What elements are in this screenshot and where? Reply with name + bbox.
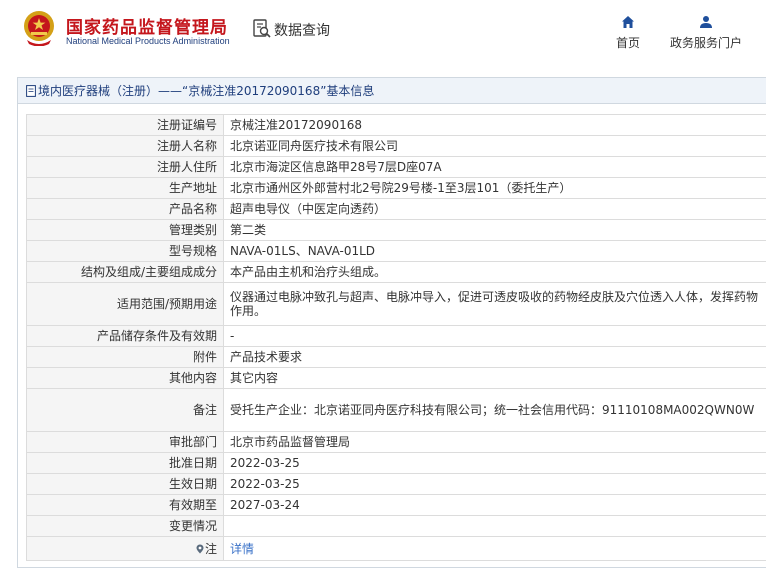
field-value: 北京市通州区外郎营村北2号院29号楼-1至3层101（委托生产） bbox=[223, 177, 766, 199]
field-value: 北京市药品监督管理局 bbox=[223, 431, 766, 453]
table-row: 适用范围/预期用途 仪器通过电脉冲致孔与超声、电脉冲导入，促进可透皮吸收的药物经皮… bbox=[26, 282, 766, 326]
field-label: 注册人名称 bbox=[26, 135, 224, 157]
nav-home-link[interactable]: 首页 bbox=[610, 15, 646, 51]
field-value: 2022-03-25 bbox=[223, 473, 766, 495]
field-value: 产品技术要求 bbox=[223, 346, 766, 368]
field-label: 生产地址 bbox=[26, 177, 224, 199]
home-icon bbox=[622, 16, 634, 28]
table-row: 管理类别 第二类 bbox=[26, 219, 766, 241]
panel-title-text: 境内医疗器械（注册）——“京械注准20172090168”基本信息 bbox=[38, 84, 375, 98]
document-icon bbox=[26, 84, 36, 97]
table-row: 生产地址 北京市通州区外郎营村北2号院29号楼-1至3层101（委托生产） bbox=[26, 177, 766, 199]
table-row: 附件 产品技术要求 bbox=[26, 346, 766, 368]
field-value: 详情 bbox=[223, 536, 766, 561]
site-brand-title[interactable]: 国家药品监督管理局 bbox=[66, 13, 228, 38]
field-label: 注 bbox=[26, 536, 224, 561]
registration-info-table: 注册证编号 京械注准20172090168 注册人名称 北京诺亚同舟医疗技术有限公司… bbox=[26, 114, 766, 561]
site-brand-subtitle: National Medical Products Administration bbox=[66, 36, 230, 46]
details-link[interactable]: 详情 bbox=[230, 542, 254, 556]
table-row: 型号规格 NAVA-01LS、NAVA-01LD bbox=[26, 240, 766, 262]
field-label: 注册证编号 bbox=[26, 114, 224, 136]
panel-title-bar: 境内医疗器械（注册）——“京械注准20172090168”基本信息 bbox=[18, 78, 766, 104]
table-row: 审批部门 北京市药品监督管理局 bbox=[26, 431, 766, 453]
table-row: 有效期至 2027-03-24 bbox=[26, 494, 766, 516]
table-row: 其他内容 其它内容 bbox=[26, 367, 766, 389]
field-label: 变更情况 bbox=[26, 515, 224, 537]
field-value bbox=[223, 515, 766, 537]
table-row: 产品名称 超声电导仪（中医定向透药） bbox=[26, 198, 766, 220]
field-value: 京械注准20172090168 bbox=[223, 114, 766, 136]
table-row: 结构及组成/主要组成成分 本产品由主机和治疗头组成。 bbox=[26, 261, 766, 283]
field-label: 注册人住所 bbox=[26, 156, 224, 178]
field-value: 北京诺亚同舟医疗技术有限公司 bbox=[223, 135, 766, 157]
table-row: 注册人名称 北京诺亚同舟医疗技术有限公司 bbox=[26, 135, 766, 157]
field-label: 审批部门 bbox=[26, 431, 224, 453]
field-value: 超声电导仪（中医定向透药） bbox=[223, 198, 766, 220]
field-value: 仪器通过电脉冲致孔与超声、电脉冲导入，促进可透皮吸收的药物经皮肤及穴位透入人体，… bbox=[223, 282, 766, 326]
field-label: 其他内容 bbox=[26, 367, 224, 389]
field-label: 产品名称 bbox=[26, 198, 224, 220]
field-value: NAVA-01LS、NAVA-01LD bbox=[223, 240, 766, 262]
data-query-icon bbox=[253, 19, 271, 38]
field-label: 管理类别 bbox=[26, 219, 224, 241]
field-value: 其它内容 bbox=[223, 367, 766, 389]
field-label: 备注 bbox=[26, 388, 224, 432]
field-value: 北京市海淀区信息路甲28号7层D座07A bbox=[223, 156, 766, 178]
field-label: 适用范围/预期用途 bbox=[26, 282, 224, 326]
field-label: 生效日期 bbox=[26, 473, 224, 495]
field-value: 本产品由主机和治疗头组成。 bbox=[223, 261, 766, 283]
table-row: 注册证编号 京械注准20172090168 bbox=[26, 114, 766, 136]
field-label: 有效期至 bbox=[26, 494, 224, 516]
user-icon bbox=[700, 16, 712, 28]
table-row: 产品储存条件及有效期 - bbox=[26, 325, 766, 347]
table-row: 变更情况 bbox=[26, 515, 766, 537]
field-label: 型号规格 bbox=[26, 240, 224, 262]
nav-gov-portal-link[interactable]: 政务服务门户 bbox=[664, 15, 748, 51]
pin-icon bbox=[196, 544, 204, 553]
note-label: 注 bbox=[204, 541, 217, 556]
table-row: 备注 受托生产企业：北京诺亚同舟医疗科技有限公司；统一社会信用代码：9111010… bbox=[26, 388, 766, 432]
nav-gov-portal-label: 政务服务门户 bbox=[669, 36, 742, 50]
national-emblem-icon bbox=[24, 11, 54, 46]
site-header: 国家药品监督管理局 National Medical Products Admi… bbox=[0, 0, 766, 66]
table-row: 生效日期 2022-03-25 bbox=[26, 473, 766, 495]
table-row: 批准日期 2022-03-25 bbox=[26, 452, 766, 474]
table-row: 注 详情 bbox=[26, 536, 766, 561]
field-value: - bbox=[223, 325, 766, 347]
field-label: 产品储存条件及有效期 bbox=[26, 325, 224, 347]
field-value: 受托生产企业：北京诺亚同舟医疗科技有限公司；统一社会信用代码：91110108M… bbox=[223, 388, 766, 432]
data-query-label[interactable]: 数据查询 bbox=[274, 20, 330, 40]
field-value: 2022-03-25 bbox=[223, 452, 766, 474]
nav-home-label: 首页 bbox=[615, 36, 640, 50]
field-label: 附件 bbox=[26, 346, 224, 368]
info-panel: 境内医疗器械（注册）——“京械注准20172090168”基本信息 注册证编号京… bbox=[17, 77, 766, 568]
field-value: 2027-03-24 bbox=[223, 494, 766, 516]
field-value: 第二类 bbox=[223, 219, 766, 241]
field-label: 结构及组成/主要组成成分 bbox=[26, 261, 224, 283]
field-label: 批准日期 bbox=[26, 452, 224, 474]
table-row: 注册人住所 北京市海淀区信息路甲28号7层D座07A bbox=[26, 156, 766, 178]
